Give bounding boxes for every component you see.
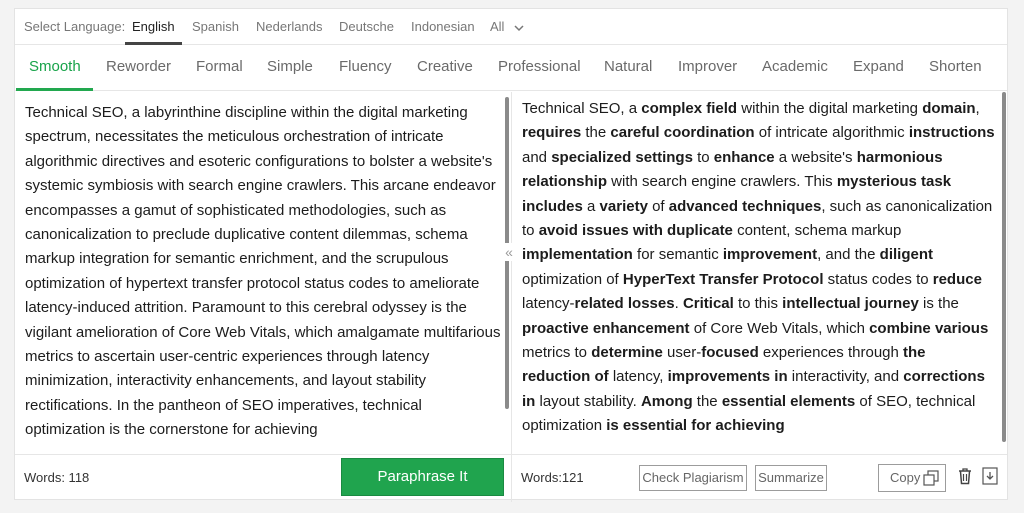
- chevron-down-icon: [514, 25, 524, 31]
- output-segment: interactivity, and: [787, 368, 904, 386]
- output-segment: status codes to: [823, 270, 933, 288]
- input-text[interactable]: Technical SEO, a labyrinthine discipline…: [15, 92, 511, 443]
- changed-phrase: enhance: [713, 148, 775, 166]
- output-segment: ,: [975, 100, 980, 117]
- output-word-count: Words:121: [521, 470, 584, 485]
- summarize-button[interactable]: Summarize: [755, 465, 827, 491]
- collapse-arrows-icon[interactable]: «: [501, 243, 517, 261]
- language-tab-nederlands[interactable]: Nederlands: [256, 19, 323, 34]
- download-icon[interactable]: [982, 467, 998, 485]
- paraphrase-button[interactable]: Paraphrase It: [341, 458, 504, 496]
- output-segment: , and the: [817, 246, 880, 264]
- changed-phrase: determine: [591, 344, 663, 362]
- changed-phrase: diligent: [879, 246, 933, 264]
- paraphraser-panel: Select Language: English Spanish Nederla…: [14, 8, 1008, 502]
- output-segment: layout stability.: [535, 392, 641, 410]
- mode-tab-simple[interactable]: Simple: [267, 58, 313, 75]
- output-segment: to this: [733, 295, 783, 313]
- mode-tab-natural[interactable]: Natural: [604, 58, 652, 75]
- output-segment: latency,: [608, 368, 668, 386]
- changed-phrase: is essential for achieving: [606, 417, 785, 435]
- language-tab-spanish[interactable]: Spanish: [192, 19, 239, 34]
- mode-active-indicator: [16, 88, 93, 91]
- changed-phrase: HyperText Transfer Protocol: [622, 270, 824, 288]
- output-segment: within the digital marketing: [737, 100, 923, 117]
- output-segment: is the: [918, 295, 959, 313]
- input-word-count: Words: 118: [24, 470, 90, 485]
- output-segment: experiences through: [758, 344, 904, 362]
- input-text-area[interactable]: Technical SEO, a labyrinthine discipline…: [15, 92, 511, 454]
- output-segment: a: [582, 197, 600, 215]
- mode-tab-fluency[interactable]: Fluency: [339, 58, 392, 75]
- changed-phrase: improvement: [722, 246, 818, 264]
- changed-phrase: essential elements: [721, 392, 856, 410]
- language-tab-indonesian[interactable]: Indonesian: [411, 19, 475, 34]
- changed-phrase: avoid issues with duplicate: [538, 222, 733, 240]
- mode-tabs: Smooth Reworder Formal Simple Fluency Cr…: [15, 45, 1007, 91]
- changed-phrase: variety: [599, 197, 648, 215]
- copy-label: Copy: [890, 470, 921, 485]
- footer-bar: Words: 118 Paraphrase It Words:121 Check…: [15, 454, 1007, 501]
- output-segment: of Core Web Vitals, which: [689, 319, 870, 337]
- language-all-label: All: [490, 19, 505, 34]
- output-scrollbar[interactable]: [1002, 92, 1006, 442]
- output-segment: for semantic: [632, 246, 723, 264]
- language-tab-english[interactable]: English: [132, 19, 175, 34]
- output-segment: to: [692, 148, 714, 166]
- changed-phrase: intellectual journey: [782, 295, 919, 313]
- mode-tab-professional[interactable]: Professional: [498, 58, 581, 75]
- output-text-area: Technical SEO, a complex field within th…: [512, 92, 1008, 454]
- output-text: Technical SEO, a complex field within th…: [512, 92, 1008, 439]
- output-segment: of: [647, 197, 669, 215]
- changed-phrase: Among: [640, 392, 693, 410]
- output-segment: user-: [662, 344, 702, 362]
- changed-phrase: requires: [522, 124, 582, 142]
- changed-phrase: instructions: [908, 124, 995, 142]
- output-segment: and: [522, 148, 552, 166]
- mode-tab-academic[interactable]: Academic: [762, 58, 828, 75]
- output-segment: the: [581, 124, 611, 142]
- language-label: Select Language:: [24, 19, 126, 34]
- output-segment: metrics to: [522, 344, 592, 362]
- changed-phrase: combine various: [869, 319, 989, 337]
- changed-phrase: advanced techniques: [668, 197, 822, 215]
- changed-phrase: specialized settings: [551, 148, 693, 166]
- trash-icon[interactable]: [957, 467, 973, 485]
- mode-tab-smooth[interactable]: Smooth: [29, 58, 81, 75]
- output-segment: Technical SEO, a: [522, 100, 642, 117]
- output-segment: of intricate algorithmic: [754, 124, 909, 142]
- output-segment: the: [692, 392, 722, 410]
- copy-button[interactable]: Copy: [878, 464, 946, 492]
- output-segment: with search engine crawlers. This: [607, 173, 837, 191]
- output-segment: content, schema markup: [732, 222, 902, 240]
- check-plagiarism-button[interactable]: Check Plagiarism: [639, 465, 747, 491]
- output-segment: latency-: [522, 295, 575, 313]
- mode-tab-shorten[interactable]: Shorten: [929, 58, 982, 75]
- mode-tab-expand[interactable]: Expand: [853, 58, 904, 75]
- changed-phrase: Critical: [682, 295, 734, 313]
- changed-phrase: domain: [922, 100, 976, 117]
- mode-tab-formal[interactable]: Formal: [196, 58, 243, 75]
- language-tab-deutsche[interactable]: Deutsche: [339, 19, 394, 34]
- changed-phrase: careful coordination: [610, 124, 755, 142]
- copy-icon: [923, 470, 939, 486]
- output-segment: a website's: [774, 148, 857, 166]
- output-segment: .: [674, 295, 683, 313]
- changed-phrase: complex field: [641, 100, 738, 117]
- changed-phrase: proactive enhancement: [522, 319, 690, 337]
- changed-phrase: reduce: [932, 270, 982, 288]
- mode-tab-improver[interactable]: Improver: [678, 58, 737, 75]
- language-bar: Select Language: English Spanish Nederla…: [15, 9, 1007, 45]
- output-segment: optimization of: [522, 270, 623, 288]
- mode-tab-creative[interactable]: Creative: [417, 58, 473, 75]
- changed-phrase: improvements in: [667, 368, 788, 386]
- language-all-dropdown[interactable]: All: [490, 19, 524, 34]
- changed-phrase: focused: [701, 344, 759, 362]
- changed-phrase: related losses: [574, 295, 675, 313]
- mode-tab-reworder[interactable]: Reworder: [106, 58, 171, 75]
- changed-phrase: implementation: [522, 246, 633, 264]
